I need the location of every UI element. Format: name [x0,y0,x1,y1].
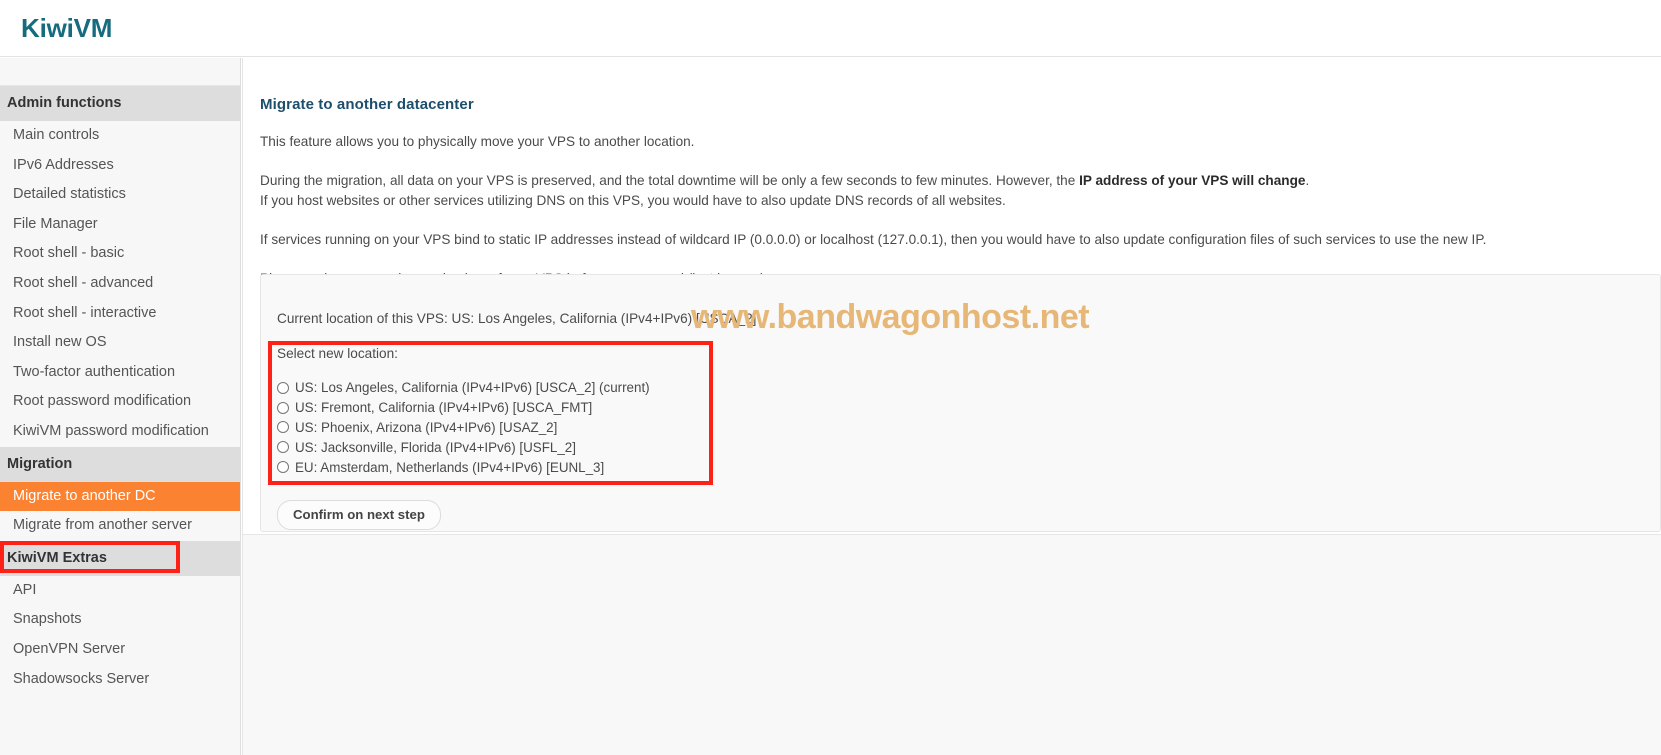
sidebar-item-install-new-os[interactable]: Install new OS [0,328,240,358]
location-option-row[interactable]: US: Jacksonville, Florida (IPv4+IPv6) [U… [277,437,1660,457]
sidebar-item-label: KiwiVM password modification [13,422,209,439]
location-selection-panel: Current location of this VPS: US: Los An… [260,274,1661,532]
location-option-row[interactable]: US: Phoenix, Arizona (IPv4+IPv6) [USAZ_2… [277,418,1660,438]
sidebar-item-label: Shadowsocks Server [13,670,150,687]
sidebar-item-file-manager[interactable]: File Manager [0,210,240,240]
content-text-block: Migrate to another datacenter This featu… [260,96,1661,289]
sidebar-item-migrate-from-another-server[interactable]: Migrate from another server [0,511,240,541]
sidebar-item-root-shell-advanced[interactable]: Root shell - advanced [0,269,240,299]
sidebar: Admin functions Main controls IPv6 Address… [0,58,241,755]
sidebar-item-label: Two-factor authentication [13,363,176,380]
paragraph-intro: This feature allows you to physically mo… [260,134,695,149]
location-option-label: US: Phoenix, Arizona (IPv4+IPv6) [USAZ_2… [295,419,558,435]
paragraph-migration-details-emphasis: IP address of your VPS will change [1079,173,1306,188]
location-option-label: US: Los Angeles, California (IPv4+IPv6) … [295,380,650,396]
location-option-label: US: Jacksonville, Florida (IPv4+IPv6) [U… [295,439,576,455]
top-bar: KiwiVM [0,0,1661,57]
brand-logo[interactable]: KiwiVM [21,13,112,44]
location-option-label: EU: Amsterdam, Netherlands (IPv4+IPv6) [… [295,459,605,475]
sidebar-top-spacer [0,58,240,86]
sidebar-item-label: Snapshots [13,611,82,628]
sidebar-item-label: Main controls [13,127,100,143]
sidebar-item-detailed-statistics[interactable]: Detailed statistics [0,180,240,210]
sidebar-item-root-password-modification[interactable]: Root password modification [0,387,240,417]
paragraph-static-ip-note: If services running on your VPS bind to … [260,232,1487,247]
location-option-label: US: Fremont, California (IPv4+IPv6) [USC… [295,400,593,416]
sidebar-item-label: Detailed statistics [13,186,126,203]
sidebar-item-migrate-to-another-dc[interactable]: Migrate to another DC [0,481,240,512]
sidebar-item-snapshots[interactable]: Snapshots [0,605,240,635]
sidebar-item-label: IPv6 Addresses [13,156,114,173]
sidebar-item-root-shell-interactive[interactable]: Root shell - interactive [0,299,240,329]
location-radio-button[interactable] [277,401,289,414]
location-option-row[interactable]: EU: Amsterdam, Netherlands (IPv4+IPv6) [… [277,457,1660,477]
location-radio-button[interactable] [277,381,289,394]
sidebar-item-root-shell-basic[interactable]: Root shell - basic [0,239,240,269]
sidebar-item-kiwivm-password-modification[interactable]: KiwiVM password modification [0,417,240,447]
paragraph-migration-details: During the migration, all data on your V… [260,171,1661,211]
sidebar-item-label: Install new OS [13,334,107,351]
sidebar-item-label: Root password modification [13,393,192,410]
page-title: Migrate to another datacenter [260,96,474,113]
paragraph-dns-note: If you host websites or other services u… [260,193,1006,208]
location-radio-button[interactable] [277,421,289,434]
select-new-location-label: Select new location: [277,346,398,361]
location-radio-group[interactable]: US: Los Angeles, California (IPv4+IPv6) … [277,378,1660,477]
current-location-text: Current location of this VPS: US: Los An… [277,311,757,326]
sidebar-item-label: Migrate from another server [13,517,192,534]
sidebar-section-heading: KiwiVM Extras [0,540,240,576]
location-selection-panel-inner: Current location of this VPS: US: Los An… [261,275,1660,477]
location-radio-button[interactable] [277,461,289,474]
sidebar-item-label: Root shell - interactive [13,304,157,321]
sidebar-item-label: Migrate to another DC [13,487,156,504]
sidebar-item-label: OpenVPN Server [13,640,126,657]
location-option-row[interactable]: US: Fremont, California (IPv4+IPv6) [USC… [277,398,1660,418]
sidebar-item-two-factor-authentication[interactable]: Two-factor authentication [0,358,240,388]
location-radio-button[interactable] [277,441,289,454]
paragraph-migration-details-part2: . [1305,173,1310,188]
sidebar-item-openvpn-server[interactable]: OpenVPN Server [0,635,240,665]
sidebar-item-label: API [13,581,37,598]
paragraph-migration-details-part1: During the migration, all data on your V… [260,173,1080,188]
sidebar-item-label: Root shell - advanced [13,274,154,291]
location-option-row[interactable]: US: Los Angeles, California (IPv4+IPv6) … [277,378,1660,398]
sidebar-item-shadowsocks-server[interactable]: Shadowsocks Server [0,665,240,695]
page-background-lower [243,534,1661,755]
sidebar-section-heading: Admin functions [0,86,240,121]
sidebar-item-main-controls[interactable]: Main controls [0,121,240,151]
sidebar-item-api[interactable]: API [0,576,240,606]
sidebar-section-heading: Migration [0,446,240,482]
confirm-on-next-step-button[interactable]: Confirm on next step [277,500,441,530]
main-content: Migrate to another datacenter This featu… [242,58,1661,755]
sidebar-item-label: File Manager [13,215,98,232]
sidebar-item-ipv6-addresses[interactable]: IPv6 Addresses [0,151,240,181]
sidebar-item-label: Root shell - basic [13,245,125,262]
